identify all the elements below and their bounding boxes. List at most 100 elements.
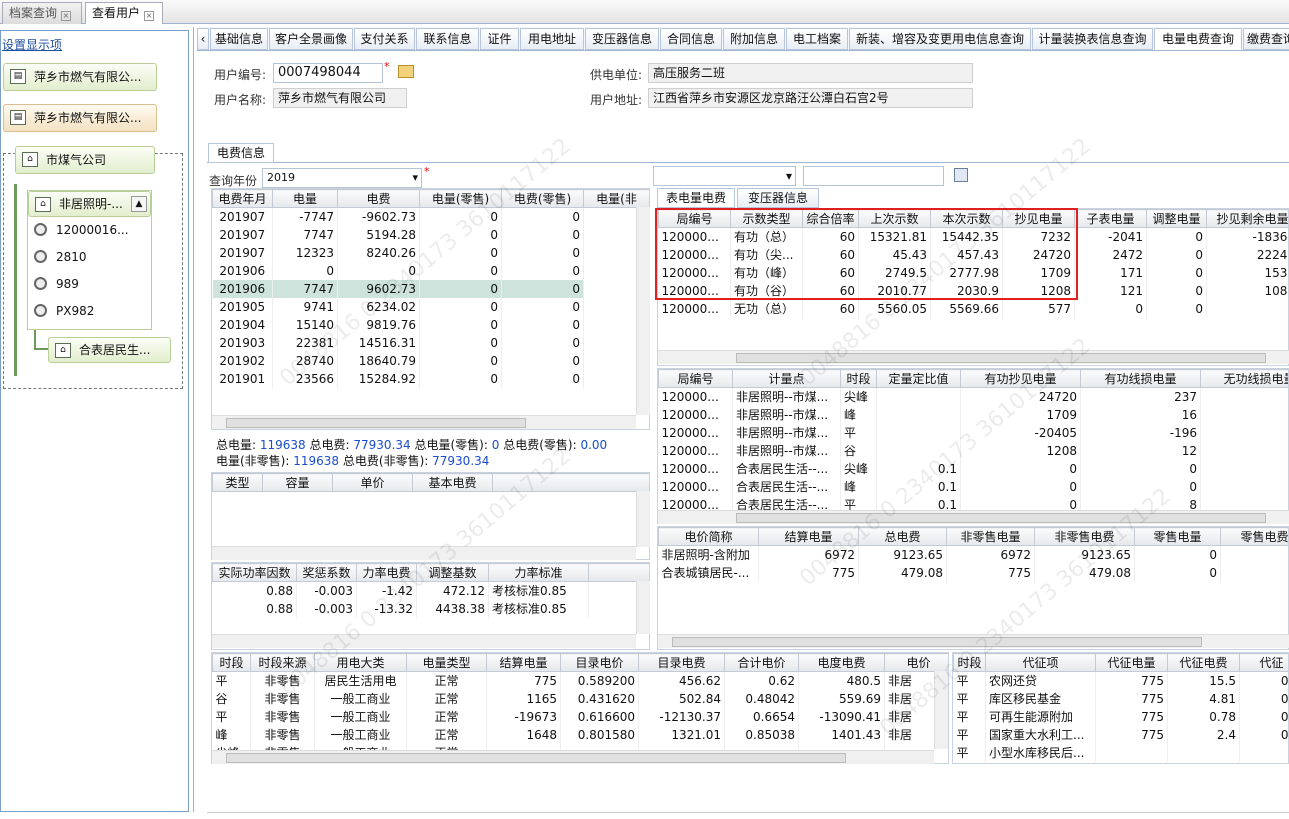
table-row[interactable]: 201907 12323 8240.26 0 0 (212, 243, 650, 262)
col-header: 结算电量 (758, 527, 859, 546)
table-cell: 6972 (946, 545, 1035, 564)
tree-item-label: 12000016... (56, 223, 129, 237)
table-row[interactable]: 201904 15140 9819.76 0 0 (212, 315, 650, 334)
tree-item-label: 989 (56, 277, 79, 291)
tree-node-org-1[interactable]: ▤ 萍乡市燃气有限公... (3, 63, 157, 91)
table-row[interactable]: 120000... 合表居民生活--... 尖峰 0.1 0 0 (658, 459, 1288, 478)
tab-scroll-left-icon[interactable]: ‹ (197, 28, 209, 50)
capacity-vscroll[interactable] (636, 491, 650, 547)
table-cell: 2472 (1074, 245, 1147, 264)
table-row[interactable]: 0.88 -0.003 -13.32 4438.38 考核标准0.85 (212, 599, 650, 618)
tab-payment-query[interactable]: 缴费查询 (1243, 28, 1289, 50)
tab-customer-profile[interactable]: 客户全景画像 (269, 28, 353, 50)
collapse-icon[interactable]: ▲ (131, 196, 147, 212)
price-hscroll[interactable] (658, 634, 1289, 648)
detail-vscroll[interactable] (934, 671, 948, 749)
tree-node-gas-company[interactable]: ⌂ 市煤气公司 (15, 146, 155, 174)
table-row[interactable]: 201902 28740 18640.79 0 0 (212, 351, 650, 370)
table-row[interactable]: 平库区移民基金7754.810.0 (953, 689, 1288, 708)
table-row[interactable]: 201907 7747 5194.28 0 0 (212, 225, 650, 244)
tab-fee-info[interactable]: 电费信息 (208, 143, 274, 163)
tab-new-install[interactable]: 新装、增容及变更用电信息查询 (849, 28, 1031, 50)
tab-contract[interactable]: 合同信息 (660, 28, 722, 50)
table-row[interactable]: 201901 23566 15284.92 0 0 (212, 369, 650, 388)
col-header: 时段 (953, 653, 986, 672)
tab-transformer[interactable]: 变压器信息 (585, 28, 659, 50)
table-cell: 0 (419, 369, 502, 388)
chevron-down-icon[interactable]: ▾ (786, 167, 792, 185)
col-header: 电量 (272, 189, 338, 208)
tab-transformer-info[interactable]: 变压器信息 (737, 188, 819, 208)
meter-select[interactable]: ▾ (653, 166, 796, 186)
tab-additional[interactable]: 附加信息 (723, 28, 785, 50)
table-row[interactable]: 平非零售 居民生活用电 正常 775 0.589200 456.62 0.62 480.5 非居 (212, 671, 948, 690)
capacity-hscroll[interactable] (212, 546, 636, 560)
close-icon[interactable]: × (61, 11, 72, 21)
tree-item-meter[interactable]: 12000016... (30, 217, 129, 243)
table-cell: 0 (1146, 299, 1207, 318)
table-row[interactable]: 201903 22381 14516.31 0 0 (212, 333, 650, 352)
table-cell: 201905 (212, 297, 273, 316)
pf-hscroll[interactable] (212, 634, 636, 648)
table-row[interactable]: 0.88 -0.003 -1.42 472.12 考核标准0.85 (212, 581, 650, 600)
pf-vscroll[interactable] (636, 581, 650, 634)
table-cell: 0 (1146, 227, 1207, 246)
detail-hscroll[interactable] (212, 750, 934, 764)
table-row[interactable]: 平可再生能源附加7750.780.0 (953, 707, 1288, 726)
table-cell: 12323 (272, 243, 338, 262)
tree-item-989[interactable]: 989 (30, 271, 79, 297)
table-row[interactable]: 201907 -7747 -9602.73 0 0 (212, 207, 650, 226)
tab-archive-query[interactable]: 档案查询 × (2, 2, 82, 24)
tab-payment[interactable]: 支付关系 (354, 28, 415, 50)
tab-view-user[interactable]: 查看用户 × (85, 2, 163, 24)
col-header: 电费年月 (212, 189, 273, 208)
table-row[interactable]: 120000... 合表居民生活--... 峰 0.1 0 0 (658, 477, 1288, 496)
tab-electrician[interactable]: 电工档案 (786, 28, 848, 50)
tab-meter-change[interactable]: 计量装换表信息查询 (1032, 28, 1153, 50)
table-row[interactable]: 平农网还贷77515.50.0 (953, 671, 1288, 690)
table-row[interactable]: 201906 0 0 0 0 (212, 261, 650, 280)
tree-connector (14, 184, 17, 376)
folder-search-icon[interactable] (398, 65, 414, 78)
tab-meter-fee[interactable]: 表电量电费 (657, 188, 735, 208)
table-cell: -0.003 (296, 581, 357, 600)
table-row[interactable]: 201906 7747 9602.73 0 0 (212, 279, 650, 298)
close-icon[interactable]: × (144, 11, 155, 21)
table-cell: 201906 (212, 261, 273, 280)
tab-contact[interactable]: 联系信息 (416, 28, 479, 50)
table-row[interactable]: 120000... 非居照明--市煤... 峰 1709 16 (658, 405, 1288, 424)
table-row[interactable]: 120000... 非居照明--市煤... 尖峰 24720 237 (658, 387, 1288, 406)
table-row[interactable]: 平国家重大水利工...7752.40.0 (953, 725, 1288, 744)
table-row[interactable]: 平小型水库移民后... (953, 743, 1288, 762)
tab-fee-query[interactable]: 电量电费查询 (1154, 28, 1242, 50)
col-header: 电价简称 (658, 527, 759, 546)
table-row[interactable]: 120000... 非居照明--市煤... 谷 1208 12 (658, 441, 1288, 460)
tree-node-org-2[interactable]: ▤ 萍乡市燃气有限公... (3, 104, 157, 132)
point-hscroll[interactable] (658, 510, 1289, 524)
table-row[interactable]: 非居照明-含附加 6972 9123.65 6972 9123.65 0 (658, 545, 1288, 564)
tab-address[interactable]: 用电地址 (520, 28, 584, 50)
meter-hscroll[interactable] (658, 350, 1289, 364)
table-cell: 0 (1074, 299, 1147, 318)
table-row[interactable]: 峰非零售 一般工商业 正常 1648 0.801580 1321.01 0.85038 140… (212, 725, 948, 744)
tab-certificate[interactable]: 证件 (480, 28, 519, 50)
fee-table-hscroll[interactable] (212, 415, 636, 429)
chevron-down-icon[interactable]: ▾ (412, 169, 418, 187)
meter-filter-input[interactable] (803, 166, 944, 186)
user-no-input[interactable]: 0007498044 (273, 63, 383, 83)
fee-table-vscroll[interactable] (636, 207, 650, 415)
table-row[interactable]: 120000...无功（总）605560.055569.66577000 (658, 299, 1288, 318)
table-row[interactable]: 平非零售 一般工商业 正常 -19673 0.616600 -12130.37 0.6654… (212, 707, 948, 726)
table-row[interactable]: 201905 9741 6234.02 0 0 (212, 297, 650, 316)
year-select[interactable]: 2019 ▾ (262, 168, 422, 188)
tree-node-nonresidential[interactable]: ⌂ 非居照明-... ▲ (28, 191, 151, 217)
tree-item-px982[interactable]: PX982 (30, 298, 94, 324)
calendar-icon[interactable] (954, 168, 968, 182)
table-row[interactable]: 合表城镇居民-... 775 479.08 775 479.08 0 (658, 563, 1288, 582)
tab-basic-info[interactable]: 基础信息 (210, 28, 268, 50)
table-row[interactable]: 谷非零售 一般工商业 正常 1165 0.431620 502.84 0.48042 559.… (212, 689, 948, 708)
tree-node-combined-residential[interactable]: ⌂ 合表居民生... (48, 337, 171, 363)
tree-item-2810[interactable]: 2810 (30, 244, 87, 270)
table-row[interactable]: 120000... 非居照明--市煤... 平 -20405 -196 (658, 423, 1288, 442)
display-settings-link[interactable]: 设置显示项 (2, 36, 62, 53)
